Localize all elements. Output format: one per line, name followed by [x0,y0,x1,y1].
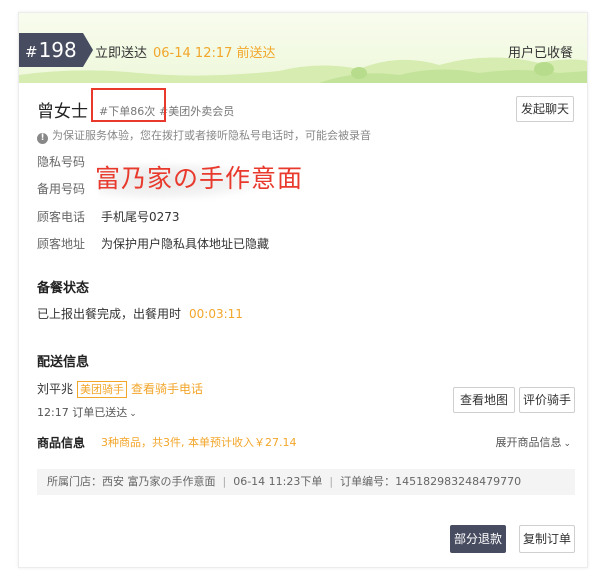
view-rider-phone-link[interactable]: 查看骑手电话 [131,382,203,396]
goods-summary: 3种商品，共3件, 本单预计收入￥27.14 [101,436,297,449]
chevron-down-icon: ⌄ [563,439,571,449]
customer-address-label: 顾客地址 [37,237,86,251]
order-time: 06-14 11:23下单 [233,475,323,488]
separator: | [222,475,227,488]
delivery-time: 06-14 12:17 前送达 [153,46,276,61]
backup-number-label: 备用号码 [37,182,86,196]
order-number: 198 [38,38,77,62]
store-name-watermark: 富乃家の手作意面 [95,164,304,193]
privacy-number-label: 隐私号码 [37,155,86,169]
start-chat-button[interactable]: 发起聊天 [516,96,574,122]
delivery-label: 立即送达 [95,46,148,61]
recording-notice: ! 为保证服务体验，您在拨打或者接听隐私号电话时，可能会被录音 [37,127,371,144]
customer-phone-label: 顾客电话 [37,210,86,224]
member-tag: #美团外卖会员 [159,105,235,118]
customer-address-value: 为保护用户隐私具体地址已隐藏 [101,237,270,251]
order-header-banner: #198 立即送达 06-14 12:17 前送达 用户已收餐 [19,13,587,83]
rate-rider-button[interactable]: 评价骑手 [519,387,575,413]
copy-order-button[interactable]: 复制订单 [519,525,575,553]
rider-info: 刘平兆 美团骑手 查看骑手电话 [37,380,203,398]
order-meta-bar: 所属门店：西安 富乃家の手作意面 | 06-14 11:23下单 | 订单编号：1451… [37,469,575,495]
notice-text: 为保证服务体验，您在拨打或者接听隐私号电话时，可能会被录音 [52,129,371,142]
goods-info-title: 商品信息 [37,436,86,450]
prep-status-text: 已上报出餐完成，出餐用时 [37,307,182,321]
order-number-badge: #198 [19,33,93,67]
rider-name: 刘平兆 [37,382,74,396]
delivery-status: 立即送达 06-14 12:17 前送达 [95,42,276,61]
expand-goods-toggle[interactable]: 展开商品信息 ⌄ [495,434,571,450]
prep-duration: 00:03:11 [189,307,243,321]
info-icon: ! [37,133,48,144]
prep-status-title: 备餐状态 [37,281,90,296]
delivery-info-title: 配送信息 [37,355,90,370]
delivered-time-toggle[interactable]: 12:17 订单已送达 ⌄ [37,404,137,420]
delivered-time: 12:17 订单已送达 [37,406,128,419]
customer-name: 曾女士 [37,102,88,122]
separator: | [329,475,334,488]
partial-refund-button[interactable]: 部分退款 [450,525,506,553]
order-id: 订单编号：145182983248479770 [340,475,522,488]
prep-status: 已上报出餐完成，出餐用时 00:03:11 [37,305,243,322]
store-info: 所属门店：西安 富乃家の手作意面 [47,475,216,488]
receipt-status: 用户已收餐 [507,46,573,61]
expand-goods-label: 展开商品信息 [495,436,562,449]
order-card: #198 立即送达 06-14 12:17 前送达 用户已收餐 曾女士 #下单86… [18,12,588,568]
customer-phone-value: 手机尾号0273 [101,210,180,224]
rider-type-badge: 美团骑手 [77,381,128,398]
chevron-down-icon: ⌄ [129,409,137,419]
view-map-button[interactable]: 查看地图 [453,387,515,413]
highlight-annotation-box [91,88,166,122]
